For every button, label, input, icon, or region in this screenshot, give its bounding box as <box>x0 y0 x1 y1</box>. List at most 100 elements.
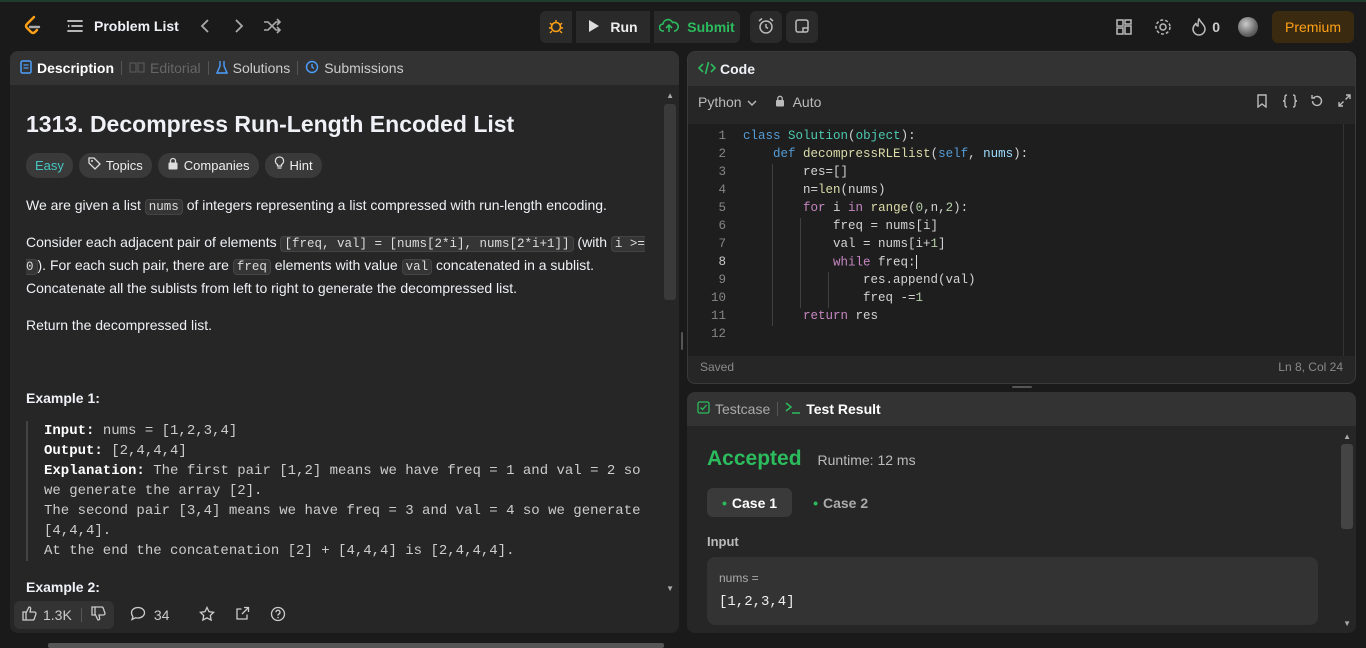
result-scrollbar[interactable] <box>1341 444 1353 529</box>
chevron-down-icon[interactable] <box>747 94 757 110</box>
example-explanation-line: The second pair [3,4] means we have freq… <box>44 503 641 539</box>
code-line: n=len(nums) <box>743 183 886 197</box>
tab-testcase[interactable]: Testcase <box>697 401 770 417</box>
expand-icon[interactable] <box>1338 94 1351 110</box>
like-button[interactable]: 1.3K <box>14 601 114 629</box>
description-content: 1313. Decompress Run-Length Encoded List… <box>10 85 661 597</box>
variable-value: [1,2,3,4] <box>719 594 795 610</box>
code-editor[interactable]: 1 2 3 4 5 6 7 8 9 10 11 12 class Solutio… <box>688 124 1355 356</box>
gear-icon[interactable] <box>1154 18 1172 36</box>
description-panel: Description Editorial Solutions Submissi… <box>10 51 679 633</box>
comment-icon[interactable] <box>130 606 146 624</box>
premium-button[interactable]: Premium <box>1271 11 1354 43</box>
text: We are given a list <box>26 197 145 213</box>
companies-button[interactable]: Companies <box>157 153 259 178</box>
avatar[interactable] <box>1237 17 1258 37</box>
result-tabs: Testcase Test Result <box>687 392 1356 426</box>
tab-submissions[interactable]: Submissions <box>305 60 404 77</box>
runtime-label: Runtime: 12 ms <box>817 452 916 468</box>
timer-button[interactable] <box>750 11 782 43</box>
scroll-down-arrow[interactable]: ▼ <box>1343 619 1351 628</box>
example-1-block: Input: nums = [1,2,3,4] Output: [2,4,4,4… <box>26 421 645 561</box>
page-horizontal-scrollbar[interactable] <box>48 643 664 648</box>
code-line: class Solution(object): <box>743 129 916 143</box>
topics-button[interactable]: Topics <box>78 153 152 178</box>
input-label: Input: <box>44 423 95 439</box>
text: (with <box>573 234 611 250</box>
reset-icon[interactable] <box>1310 94 1324 111</box>
example-1-heading: Example 1: <box>26 390 100 406</box>
text: of integers representing a list compress… <box>182 197 607 213</box>
description-paragraph-2: Consider each adjacent pair of elements … <box>26 232 645 299</box>
text: ). For each such pair, there are <box>37 257 233 273</box>
tab-test-result[interactable]: Test Result <box>785 401 881 417</box>
language-select[interactable]: Python <box>698 94 742 110</box>
description-paragraph-1: We are given a list nums of integers rep… <box>26 195 645 218</box>
chevron-left-icon[interactable] <box>199 18 211 34</box>
tab-submissions-label: Submissions <box>324 60 404 76</box>
example-2-heading: Example 2: <box>26 579 100 595</box>
text: elements with value <box>270 257 402 273</box>
line-number: 4 <box>718 183 726 197</box>
example-output-line: Output: [2,4,4,4] <box>44 441 645 461</box>
hint-button[interactable]: Hint <box>264 153 322 178</box>
chevron-right-icon[interactable] <box>233 18 245 34</box>
horizontal-resize-handle[interactable] <box>1012 386 1032 388</box>
checkbox-icon <box>697 401 710 417</box>
problem-list-link[interactable]: Problem List <box>94 18 179 34</box>
notes-button[interactable] <box>786 11 818 43</box>
case-1-tab[interactable]: • Case 1 <box>707 488 793 517</box>
thumbs-down-icon[interactable] <box>91 606 106 624</box>
fire-streak-icon[interactable] <box>1192 18 1206 36</box>
code-toolbar: Python Auto <box>688 86 1355 118</box>
star-icon[interactable] <box>199 605 216 625</box>
tab-editorial[interactable]: Editorial <box>129 60 201 76</box>
case-2-tab[interactable]: • Case 2 <box>798 488 883 517</box>
inline-code: val <box>401 259 433 275</box>
bug-icon <box>547 17 565 38</box>
bookmark-icon[interactable] <box>1256 93 1268 111</box>
help-icon[interactable] <box>270 606 286 625</box>
line-number: 9 <box>718 273 726 287</box>
description-footer: 1.3K 34 <box>10 597 679 633</box>
input-box: nums = [1,2,3,4] <box>707 557 1318 625</box>
editor-status-bar: Saved Ln 8, Col 24 <box>688 351 1355 383</box>
format-braces-icon[interactable] <box>1282 93 1298 111</box>
auto-mode-label[interactable]: Auto <box>793 94 822 110</box>
top-nav: Problem List Run Submit 0 Premium <box>0 2 1366 50</box>
line-number: 2 <box>718 147 726 161</box>
scroll-down-arrow[interactable]: ▼ <box>666 584 674 593</box>
divider <box>297 61 299 75</box>
scroll-up-arrow[interactable]: ▲ <box>1343 432 1351 441</box>
run-button[interactable]: Run <box>576 11 650 43</box>
case-tabs: • Case 1 • Case 2 <box>707 488 883 517</box>
cloud-upload-icon <box>658 18 680 37</box>
layout-icon[interactable] <box>1116 19 1132 35</box>
tab-solutions[interactable]: Solutions <box>215 60 290 77</box>
tag-icon <box>88 155 101 176</box>
result-panel: Testcase Test Result Accepted Runtime: 1… <box>687 392 1356 633</box>
problem-list-icon[interactable] <box>66 18 84 34</box>
inline-code: [freq, val] = [nums[2*i], nums[2*i+1]] <box>280 236 574 252</box>
play-icon <box>588 19 600 36</box>
description-scrollbar[interactable] <box>664 104 676 300</box>
submit-button[interactable]: Submit <box>654 11 740 43</box>
shuffle-icon[interactable] <box>263 18 281 34</box>
line-number: 7 <box>718 237 726 251</box>
share-icon[interactable] <box>235 606 250 624</box>
problem-tags: Easy Topics Companies Hint <box>26 153 645 178</box>
input-value: nums = [1,2,3,4] <box>94 423 238 439</box>
debug-button[interactable] <box>540 11 572 43</box>
vertical-resize-handle[interactable] <box>681 332 683 350</box>
line-number: 5 <box>718 201 726 215</box>
tab-description[interactable]: Description <box>20 59 115 77</box>
code-line: res.append(val) <box>743 273 976 287</box>
like-count: 1.3K <box>43 607 72 623</box>
save-status: Saved <box>700 360 735 374</box>
topics-label: Topics <box>105 158 143 173</box>
inline-code: freq <box>232 259 271 275</box>
line-number: 3 <box>718 165 726 179</box>
scroll-up-arrow[interactable]: ▲ <box>666 91 674 100</box>
tab-description-label: Description <box>37 60 115 76</box>
leetcode-logo-icon[interactable] <box>20 14 44 38</box>
